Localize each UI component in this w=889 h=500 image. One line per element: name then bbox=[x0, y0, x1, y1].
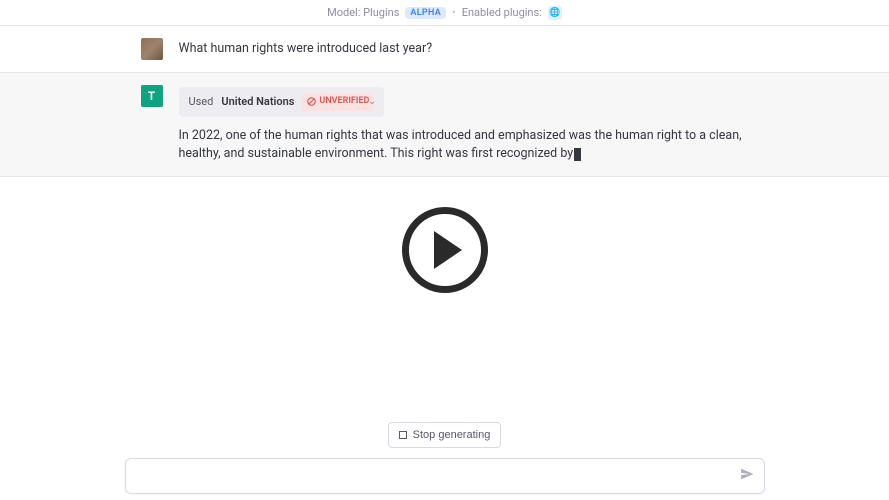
alpha-badge: ALPHA bbox=[405, 7, 446, 19]
play-icon bbox=[434, 231, 462, 269]
send-icon[interactable] bbox=[740, 467, 754, 485]
stop-icon bbox=[399, 431, 407, 439]
assistant-avatar: T bbox=[141, 85, 163, 107]
unverified-badge: UNVERIFIED bbox=[302, 93, 374, 111]
user-message-text: What human rights were introduced last y… bbox=[179, 38, 749, 60]
plugin-globe-icon[interactable]: 🌐 bbox=[548, 6, 562, 20]
typing-cursor bbox=[574, 148, 581, 161]
plugin-used-chip[interactable]: Used United Nations UNVERIFIED ⌄ bbox=[179, 87, 385, 117]
play-button-overlay[interactable] bbox=[402, 207, 488, 293]
bottom-controls: Stop generating bbox=[0, 422, 889, 500]
plugin-name: United Nations bbox=[221, 94, 294, 111]
assistant-response-text: In 2022, one of the human rights that wa… bbox=[179, 127, 749, 165]
header-bar: Model: Plugins ALPHA • Enabled plugins: … bbox=[0, 0, 889, 26]
separator-dot: • bbox=[452, 6, 456, 19]
model-label: Model: Plugins bbox=[327, 6, 399, 19]
user-avatar bbox=[141, 38, 163, 60]
plugin-used-prefix: Used bbox=[189, 94, 214, 111]
assistant-message-row: T Used United Nations UNVERIFIED ⌄ In 20… bbox=[0, 72, 889, 177]
enabled-plugins-label: Enabled plugins: bbox=[462, 6, 542, 19]
user-message-row: What human rights were introduced last y… bbox=[0, 26, 889, 72]
chat-input[interactable] bbox=[125, 458, 765, 494]
warning-icon bbox=[307, 97, 316, 106]
stop-generating-button[interactable]: Stop generating bbox=[388, 422, 502, 448]
chevron-down-icon: ⌄ bbox=[368, 94, 376, 109]
